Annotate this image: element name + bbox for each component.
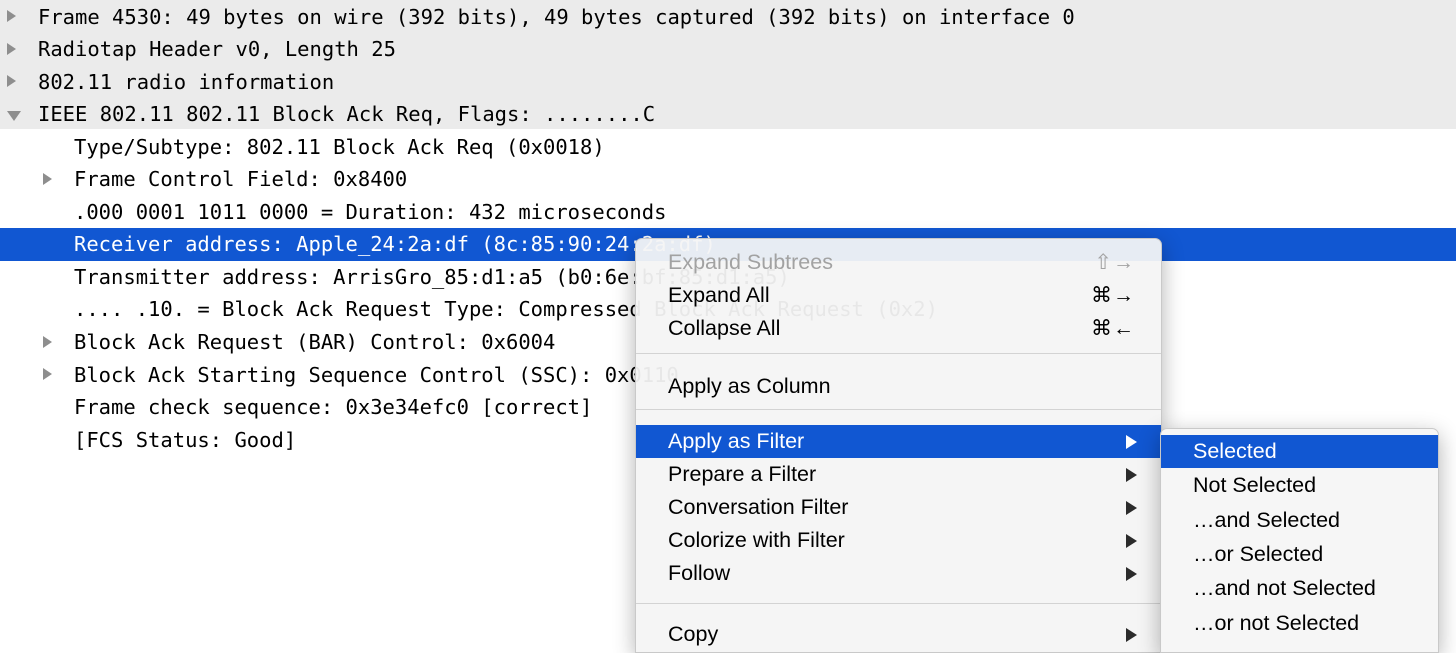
submenu-item-label: …or not Selected <box>1193 610 1360 635</box>
menu-item-label: Conversation Filter <box>668 495 849 519</box>
menu-item-label: Apply as Column <box>668 374 831 398</box>
submenu-arrow-icon <box>1126 434 1137 449</box>
tree-row-label: Frame Control Field: 0x8400 <box>74 167 408 192</box>
submenu-item[interactable]: …and not Selected <box>1161 572 1438 605</box>
tree-row-label: Frame check sequence: 0x3e34efc0 [correc… <box>74 395 593 420</box>
menu-item-label: Expand All <box>668 283 770 307</box>
menu-item[interactable]: Conversation Filter <box>636 491 1161 524</box>
twisty-expanded-icon[interactable] <box>7 110 21 121</box>
tree-row[interactable]: Type/Subtype: 802.11 Block Ack Req (0x00… <box>0 130 1456 163</box>
submenu-item-label: …or Selected <box>1193 541 1324 566</box>
submenu-arrow-icon <box>1126 467 1137 482</box>
tree-row-label: [FCS Status: Good] <box>74 427 297 452</box>
menu-item: Expand Subtrees ⇧→ <box>636 246 1161 279</box>
menu-separator <box>636 409 1161 410</box>
tree-row-label: Type/Subtype: 802.11 Block Ack Req (0x00… <box>74 134 605 159</box>
twisty-collapsed-icon[interactable] <box>7 10 16 22</box>
tree-row[interactable]: Frame 4530: 49 bytes on wire (392 bits),… <box>0 0 1456 33</box>
tree-row-label: Frame 4530: 49 bytes on wire (392 bits),… <box>38 4 1075 29</box>
context-menu[interactable]: Expand Subtrees ⇧→ Expand All ⌘→ Collapse Al… <box>635 238 1162 653</box>
apply-as-filter-submenu[interactable]: Selected Not Selected …and Selected …or Sel… <box>1160 428 1439 653</box>
menu-item[interactable]: Expand All ⌘→ <box>636 279 1161 312</box>
submenu-item[interactable]: …and Selected <box>1161 504 1438 537</box>
submenu-item[interactable]: Selected <box>1161 435 1438 468</box>
twisty-collapsed-icon[interactable] <box>43 335 52 348</box>
menu-item-shortcut: ⇧→ <box>1094 251 1135 274</box>
tree-row-label: IEEE 802.11 802.11 Block Ack Req, Flags:… <box>38 102 656 127</box>
menu-separator <box>636 603 1161 604</box>
menu-item-label: Apply as Filter <box>668 429 805 453</box>
menu-item-label: Expand Subtrees <box>668 250 833 274</box>
menu-item-label: Collapse All <box>668 316 781 340</box>
menu-item[interactable]: Colorize with Filter <box>636 524 1161 557</box>
tree-row-label: Radiotap Header v0, Length 25 <box>38 37 396 62</box>
submenu-arrow-icon <box>1126 500 1137 515</box>
menu-item-shortcut: ⌘→ <box>1091 284 1135 307</box>
submenu-item-label: …and not Selected <box>1193 576 1376 601</box>
menu-item-label: Follow <box>668 561 731 585</box>
tree-row-label: Receiver address: Apple_24:2a:df (8c:85:… <box>74 232 716 257</box>
submenu-arrow-icon <box>1126 533 1137 548</box>
submenu-item[interactable]: …or Selected <box>1161 538 1438 571</box>
submenu-arrow-icon <box>1126 627 1137 642</box>
tree-row-label: Block Ack Request (BAR) Control: 0x6004 <box>74 330 556 354</box>
submenu-arrow-icon <box>1126 566 1137 581</box>
menu-item[interactable]: Copy <box>636 618 1161 651</box>
twisty-collapsed-icon[interactable] <box>43 172 52 185</box>
tree-row[interactable]: .000 0001 1011 0000 = Duration: 432 micr… <box>0 195 1456 228</box>
tree-row-label: .000 0001 1011 0000 = Duration: 432 micr… <box>74 199 667 224</box>
menu-item[interactable]: Follow <box>636 557 1161 590</box>
submenu-item-label: …and Selected <box>1193 507 1341 532</box>
menu-item[interactable]: Collapse All ⌘← <box>636 312 1161 345</box>
tree-row[interactable]: 802.11 radio information <box>0 65 1456 98</box>
submenu-item[interactable]: …or not Selected <box>1161 607 1438 640</box>
menu-item-shortcut: ⌘← <box>1091 317 1135 340</box>
menu-item[interactable]: Prepare a Filter <box>636 458 1161 491</box>
menu-item-label: Copy <box>668 622 719 646</box>
tree-row[interactable]: Frame Control Field: 0x8400 <box>0 163 1456 196</box>
menu-separator <box>636 353 1161 354</box>
tree-row-label: Block Ack Starting Sequence Control (SSC… <box>74 362 679 387</box>
tree-row-label: 802.11 radio information <box>38 69 335 94</box>
menu-item[interactable]: Apply as Filter <box>636 425 1161 458</box>
twisty-collapsed-icon[interactable] <box>7 42 16 55</box>
menu-item-label: Prepare a Filter <box>668 462 817 486</box>
submenu-item[interactable]: Not Selected <box>1161 469 1438 502</box>
twisty-collapsed-icon[interactable] <box>43 368 52 381</box>
menu-item[interactable]: Apply as Column <box>636 370 1161 403</box>
menu-item-label: Colorize with Filter <box>668 528 845 552</box>
twisty-collapsed-icon[interactable] <box>7 75 16 88</box>
submenu-item-label: Selected <box>1193 439 1277 463</box>
tree-row[interactable]: Radiotap Header v0, Length 25 <box>0 33 1456 66</box>
submenu-item-label: Not Selected <box>1193 473 1317 498</box>
tree-row[interactable]: IEEE 802.11 802.11 Block Ack Req, Flags:… <box>0 98 1456 131</box>
